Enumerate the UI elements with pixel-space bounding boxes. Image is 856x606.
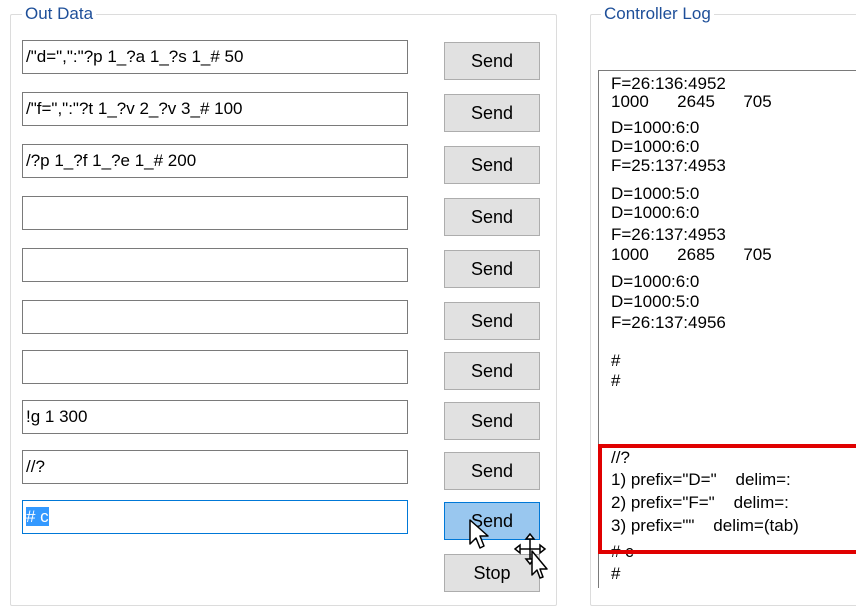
controller-log-textbox[interactable]: F=26:136:4952 1000 2645 705 D=1000:6:0 D… [598, 70, 856, 588]
log-line: # c [611, 542, 634, 561]
send-button-5[interactable]: Send [444, 250, 540, 288]
log-line: F=26:136:4952 [611, 74, 726, 93]
send-button-3[interactable]: Send [444, 146, 540, 184]
controller-log-title: Controller Log [601, 4, 714, 24]
log-line: //? [611, 448, 630, 467]
log-line: D=1000:6:0 [611, 272, 700, 291]
move-cursor-icon [514, 533, 548, 579]
log-line: D=1000:6:0 [611, 137, 700, 156]
out-data-field-5[interactable] [22, 248, 408, 282]
log-line: F=26:137:4953 [611, 225, 726, 244]
log-line: 1) prefix="D=" delim=: [611, 470, 791, 489]
send-button-1[interactable]: Send [444, 42, 540, 80]
log-line: F=25:137:4953 [611, 156, 726, 175]
log-line: D=1000:6:0 [611, 203, 700, 222]
out-data-field-2[interactable]: /"f=",":"?t 1_?v 2_?v 3_# 100 [22, 92, 408, 126]
send-button-7[interactable]: Send [444, 352, 540, 390]
log-line: D=1000:5:0 [611, 184, 700, 203]
out-data-field-4[interactable] [22, 196, 408, 230]
out-data-field-7[interactable] [22, 350, 408, 384]
log-line: # [611, 564, 621, 583]
send-button-9[interactable]: Send [444, 452, 540, 490]
send-button-4[interactable]: Send [444, 198, 540, 236]
out-data-title: Out Data [22, 4, 97, 24]
send-button-8[interactable]: Send [444, 402, 540, 440]
send-button-2[interactable]: Send [444, 94, 540, 132]
log-line: # [611, 371, 621, 390]
pointer-cursor-icon [469, 519, 489, 549]
log-line: 3) prefix="" delim=(tab) [611, 516, 799, 535]
log-line: D=1000:6:0 [611, 118, 700, 137]
log-line: D=1000:5:0 [611, 292, 700, 311]
out-data-field-10[interactable]: # c [22, 500, 408, 534]
log-line: 1000 2685 705 [611, 245, 772, 264]
out-data-field-3[interactable]: /?p 1_?f 1_?e 1_# 200 [22, 144, 408, 178]
log-line: # [611, 351, 621, 370]
log-line: 1000 2645 705 [611, 92, 772, 111]
out-data-field-1[interactable]: /"d=",":"?p 1_?a 1_?s 1_# 50 [22, 40, 408, 74]
selected-text: # c [26, 507, 49, 526]
send-button-6[interactable]: Send [444, 302, 540, 340]
log-line: F=26:137:4956 [611, 313, 726, 332]
log-line: 2) prefix="F=" delim=: [611, 493, 789, 512]
out-data-field-6[interactable] [22, 300, 408, 334]
out-data-field-8[interactable]: !g 1 300 [22, 400, 408, 434]
out-data-field-9[interactable]: //? [22, 450, 408, 484]
